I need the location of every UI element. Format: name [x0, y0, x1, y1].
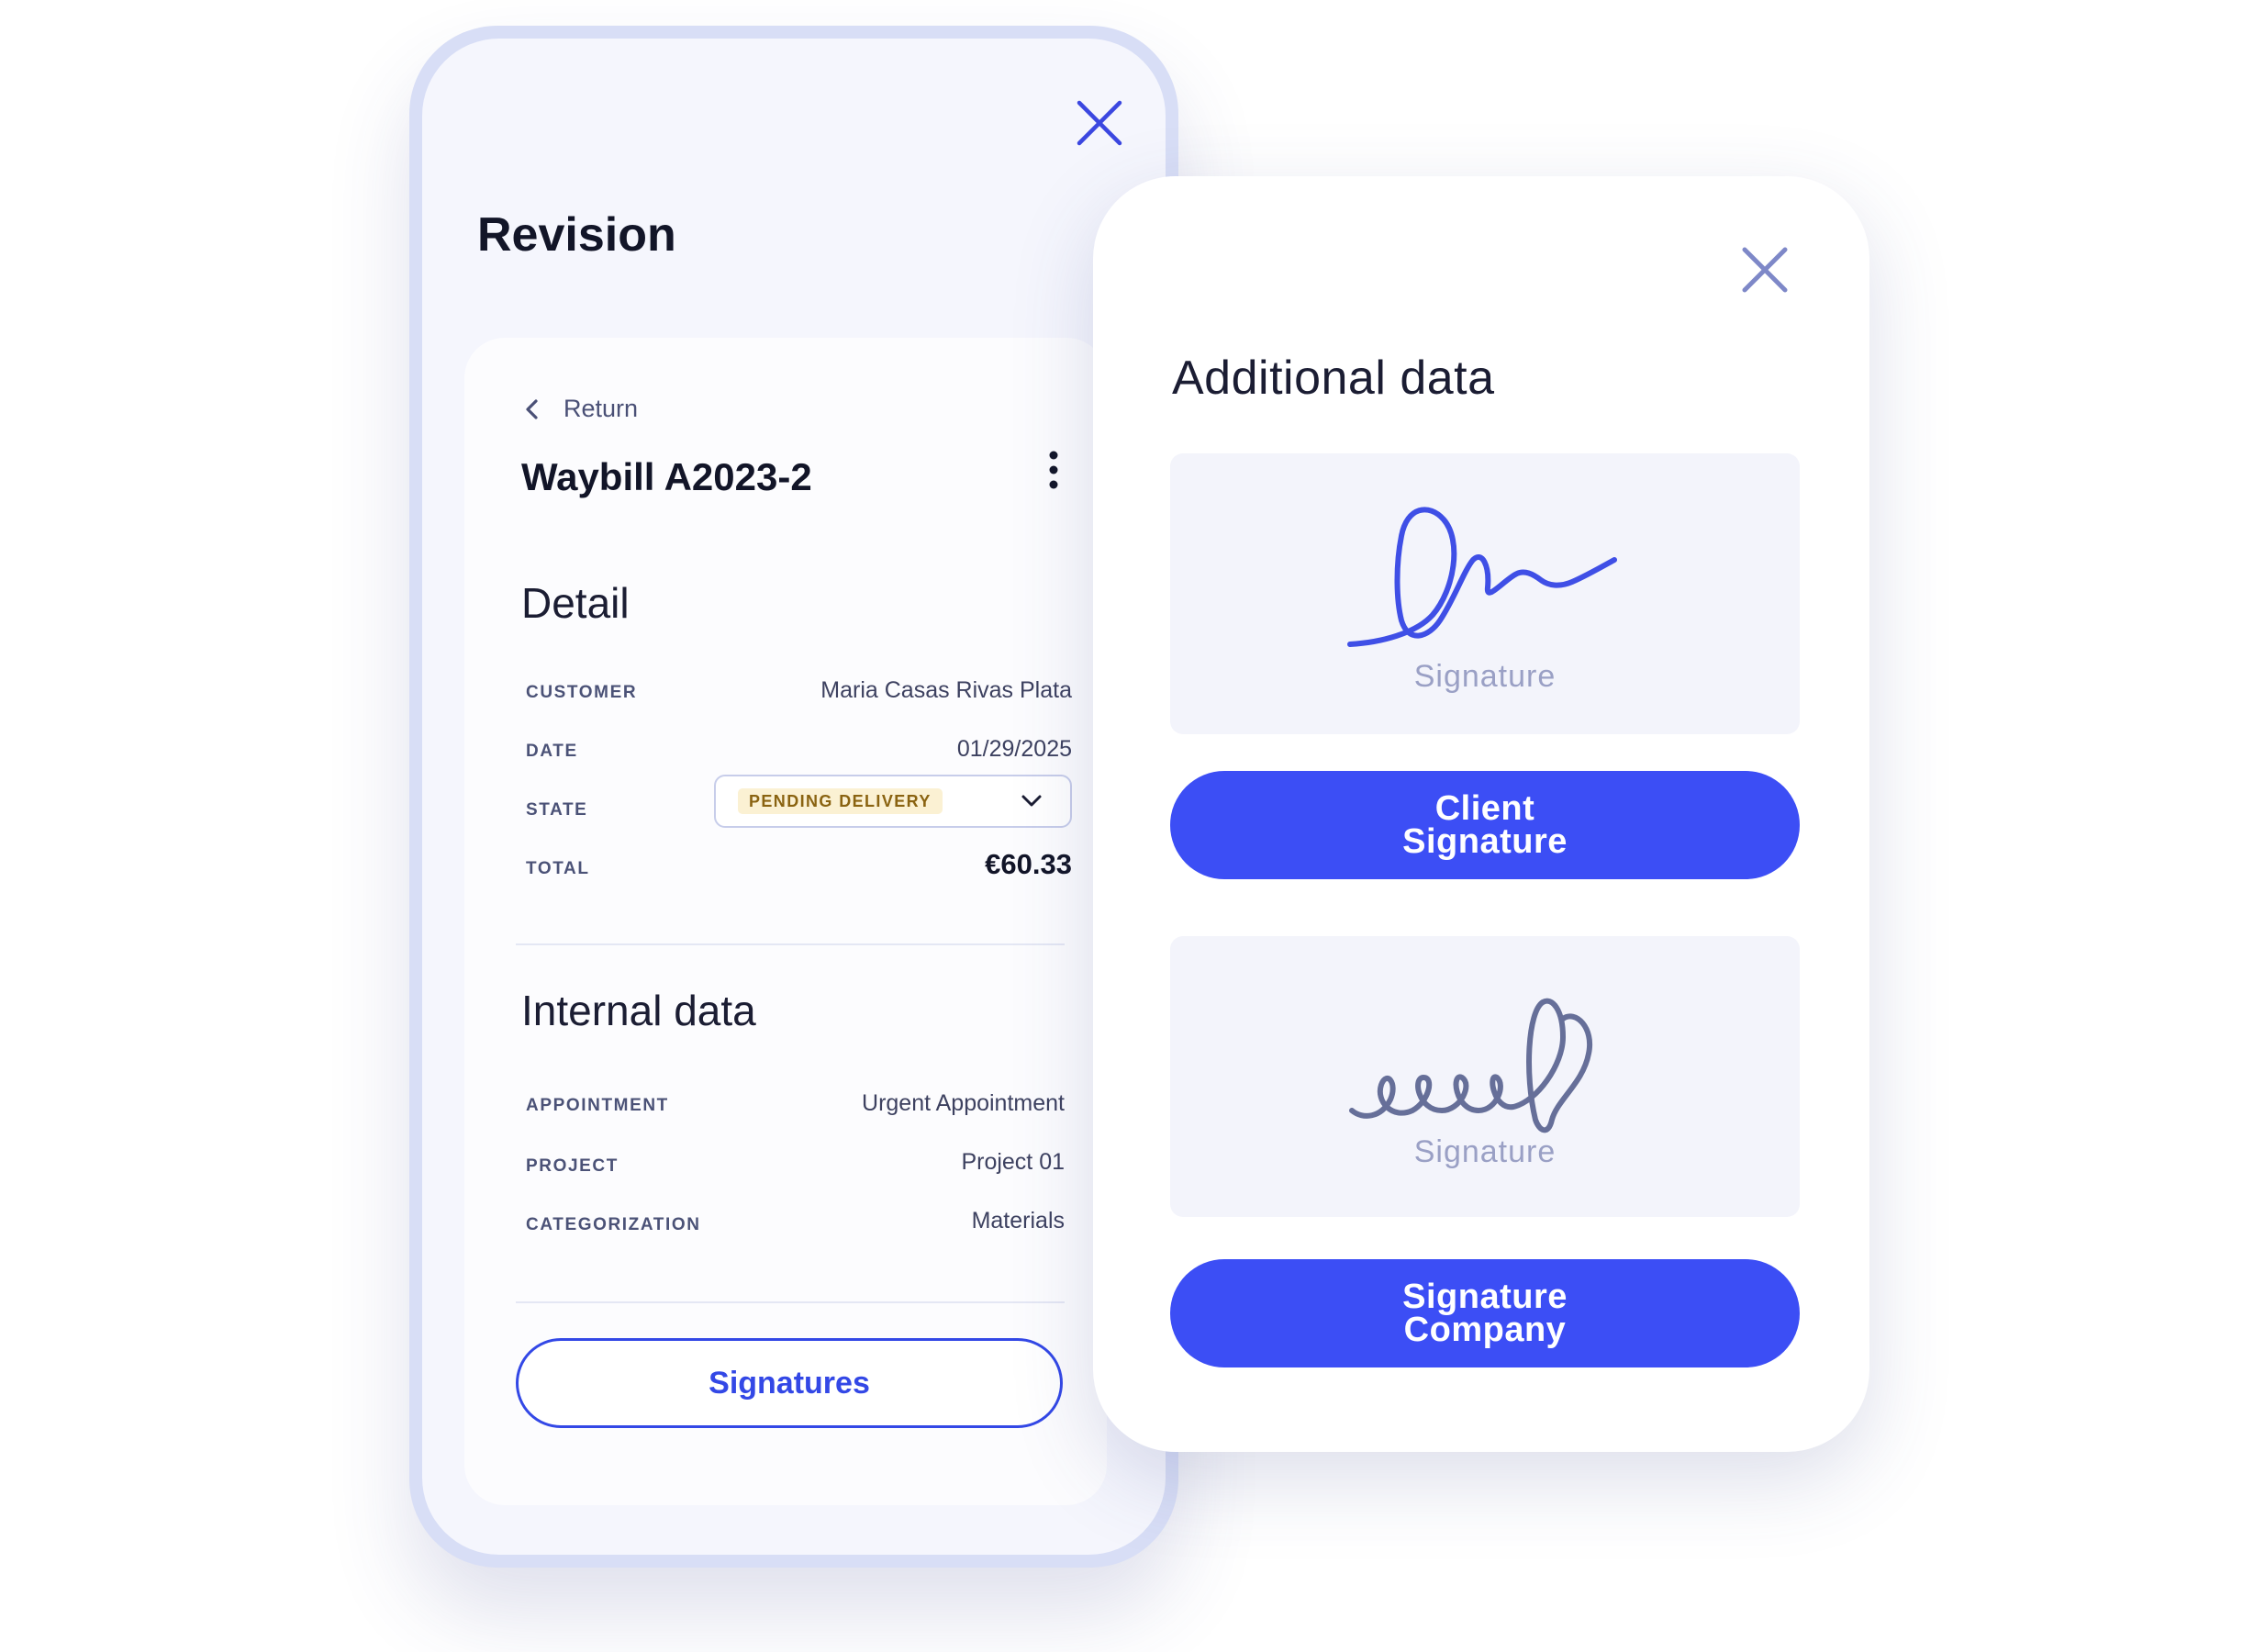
date-label: DATE [526, 742, 578, 761]
page-title: Revision [477, 208, 676, 262]
company-signature-drawing [1349, 998, 1593, 1133]
additional-data-modal: Additional data Signature Client Signatu… [1093, 176, 1869, 1452]
modal-title: Additional data [1172, 352, 1495, 405]
date-value: 01/29/2025 [956, 736, 1072, 762]
appointment-value: Urgent Appointment [862, 1090, 1065, 1116]
waybill-card: Return Waybill A2023-2 Detail CUSTOMER M… [464, 338, 1107, 1505]
client-signature-placeholder: Signature [1413, 659, 1557, 694]
status-badge: PENDING DELIVERY [738, 788, 943, 814]
signatures-button[interactable]: Signatures [516, 1338, 1063, 1428]
project-value: Project 01 [961, 1149, 1065, 1175]
chevron-down-icon [1021, 795, 1042, 807]
client-signature-pad[interactable]: Signature [1170, 453, 1800, 734]
client-signature-button[interactable]: Client Signature [1170, 771, 1800, 879]
close-icon[interactable] [1739, 244, 1791, 296]
client-signature-drawing [1347, 507, 1617, 647]
customer-value: Maria Casas Rivas Plata [820, 677, 1072, 703]
divider [516, 943, 1065, 945]
project-label: PROJECT [526, 1156, 619, 1176]
waybill-title: Waybill A2023-2 [521, 455, 812, 498]
total-value: €60.33 [985, 848, 1072, 880]
categorization-value: Materials [971, 1208, 1065, 1233]
company-signature-placeholder: Signature [1413, 1134, 1557, 1169]
customer-label: CUSTOMER [526, 683, 638, 702]
more-vertical-icon[interactable] [1044, 450, 1063, 490]
return-link[interactable]: Return [521, 395, 638, 423]
company-signature-pad[interactable]: Signature [1170, 936, 1800, 1217]
revision-phone: Revision Return Waybill A2023-2 Detail C… [409, 26, 1178, 1568]
chevron-left-icon [526, 398, 538, 419]
divider [516, 1301, 1065, 1303]
close-icon[interactable] [1072, 95, 1127, 151]
state-label: STATE [526, 800, 588, 820]
detail-section-title: Detail [521, 579, 630, 627]
state-dropdown[interactable]: PENDING DELIVERY [714, 775, 1072, 828]
company-signature-button[interactable]: Signature Company [1170, 1259, 1800, 1367]
categorization-label: CATEGORIZATION [526, 1215, 701, 1234]
total-label: TOTAL [526, 859, 590, 878]
return-label: Return [564, 395, 639, 422]
appointment-label: APPOINTMENT [526, 1096, 669, 1115]
revision-screen: Revision Return Waybill A2023-2 Detail C… [422, 39, 1166, 1555]
internal-section-title: Internal data [521, 987, 756, 1034]
